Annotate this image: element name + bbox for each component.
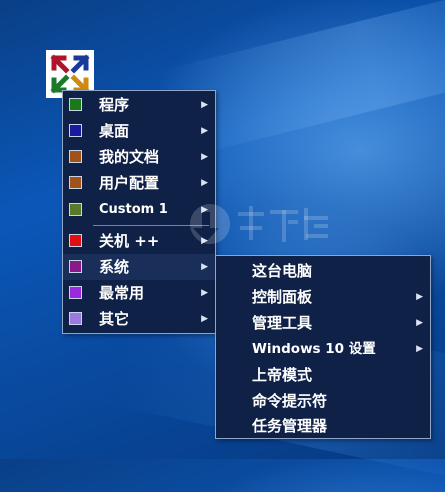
most-used-color-icon (69, 286, 82, 299)
menu-item-user-profile[interactable]: 用户配置 ▶ (63, 170, 215, 196)
submenu-arrow-icon: ▶ (201, 205, 208, 215)
menu-item-label: 桌面 (99, 122, 130, 140)
menu-item-label: 程序 (99, 96, 130, 114)
submenu-arrow-icon: ▶ (201, 288, 208, 298)
menu-item-label: 关机 ++ (99, 232, 160, 250)
menu-item-label: 系统 (99, 258, 130, 276)
menu-item-label: 最常用 (99, 284, 145, 302)
menu-item-label: 这台电脑 (252, 262, 313, 280)
menu-item-label: 控制面板 (252, 288, 313, 306)
menu-item-shutdown[interactable]: 关机 ++ ▶ (63, 228, 215, 254)
documents-color-icon (69, 150, 82, 163)
system-color-icon (69, 260, 82, 273)
submenu-item-task-manager[interactable]: 任务管理器 (216, 413, 430, 439)
submenu-arrow-icon: ▶ (201, 236, 208, 246)
system-submenu: 这台电脑 控制面板 ▶ 管理工具 ▶ Windows 10 设置 ▶ 上帝模式 … (215, 255, 431, 439)
submenu-item-admin-tools[interactable]: 管理工具 ▶ (216, 310, 430, 336)
menu-item-most-used[interactable]: 最常用 ▶ (63, 280, 215, 306)
menu-item-system[interactable]: 系统 ▶ (63, 254, 215, 280)
menu-item-label: Custom 1 (99, 202, 168, 217)
menu-item-other[interactable]: 其它 ▶ (63, 306, 215, 332)
programs-color-icon (69, 98, 82, 111)
menu-item-custom-1[interactable]: Custom 1 ▶ (63, 197, 215, 223)
menu-item-label: 上帝模式 (252, 366, 313, 384)
user-profile-color-icon (69, 176, 82, 189)
submenu-arrow-icon: ▶ (201, 262, 208, 272)
menu-item-my-documents[interactable]: 我的文档 ▶ (63, 144, 215, 170)
submenu-arrow-icon: ▶ (201, 100, 208, 110)
menu-item-label: 任务管理器 (252, 417, 328, 435)
menu-item-label: 管理工具 (252, 314, 313, 332)
submenu-item-control-panel[interactable]: 控制面板 ▶ (216, 284, 430, 310)
submenu-arrow-icon: ▶ (201, 126, 208, 136)
custom-color-icon (69, 203, 82, 216)
menu-separator (93, 225, 209, 226)
other-color-icon (69, 312, 82, 325)
menu-item-label: Windows 10 设置 (252, 341, 376, 357)
menu-item-label: 用户配置 (99, 174, 160, 192)
desktop-color-icon (69, 124, 82, 137)
menu-item-label: 其它 (99, 310, 130, 328)
submenu-item-this-pc[interactable]: 这台电脑 (216, 258, 430, 284)
menu-item-label: 我的文档 (99, 148, 160, 166)
submenu-item-windows-settings[interactable]: Windows 10 设置 ▶ (216, 336, 430, 362)
main-menu: 程序 ▶ 桌面 ▶ 我的文档 ▶ 用户配置 ▶ Custom 1 ▶ 关机 ++… (62, 90, 216, 334)
submenu-arrow-icon: ▶ (201, 152, 208, 162)
menu-item-programs[interactable]: 程序 ▶ (63, 92, 215, 118)
shutdown-color-icon (69, 234, 82, 247)
menu-item-label: 命令提示符 (252, 392, 328, 410)
submenu-arrow-icon: ▶ (201, 314, 208, 324)
menu-item-desktop[interactable]: 桌面 ▶ (63, 118, 215, 144)
submenu-arrow-icon: ▶ (416, 344, 423, 354)
submenu-item-god-mode[interactable]: 上帝模式 (216, 362, 430, 388)
submenu-item-command-prompt[interactable]: 命令提示符 (216, 388, 430, 414)
submenu-arrow-icon: ▶ (416, 318, 423, 328)
submenu-arrow-icon: ▶ (201, 178, 208, 188)
submenu-arrow-icon: ▶ (416, 292, 423, 302)
